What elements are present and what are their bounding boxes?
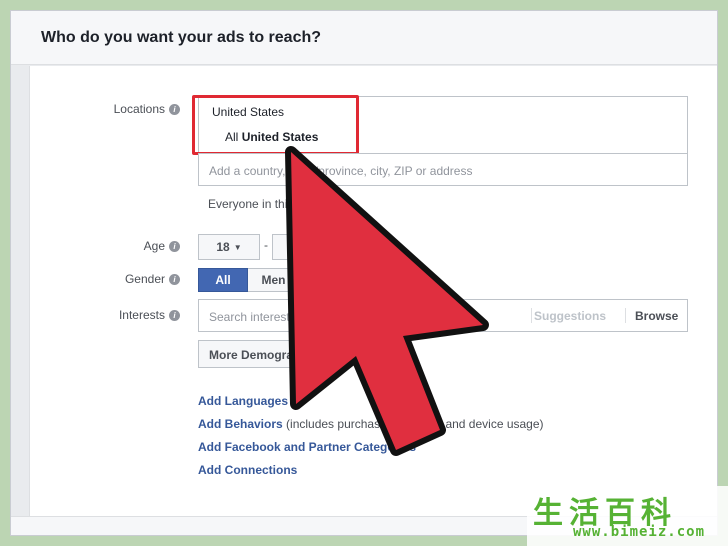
chevron-down-icon: ▼ — [311, 242, 320, 252]
suggestions-link[interactable]: Suggestions — [534, 309, 606, 323]
section-header: Who do you want your ads to reach? — [11, 11, 717, 65]
add-behaviors-link[interactable]: Add Behaviors (includes purchase behavio… — [198, 417, 544, 431]
age-min-select[interactable]: 18 ▼ — [198, 234, 260, 260]
age-separator: - — [264, 238, 268, 252]
divider — [625, 308, 626, 323]
gender-women-button[interactable]: Women — [300, 268, 362, 292]
gender-label: Gender — [124, 272, 165, 286]
gender-all-button[interactable]: All — [198, 268, 248, 292]
gender-label-row: Gender i — [60, 272, 180, 286]
link-note: (includes purchase behaviors and device … — [286, 417, 544, 431]
divider — [531, 308, 532, 323]
info-icon[interactable]: i — [169, 309, 180, 321]
add-languages-link[interactable]: Add Languages — [198, 394, 288, 408]
locations-label-row: Locations i — [60, 102, 180, 116]
chevron-down-icon: ▼ — [233, 242, 242, 252]
page-title: Who do you want your ads to reach? — [41, 29, 322, 46]
age-min-value: 18 — [216, 240, 230, 254]
interests-search[interactable]: Search interests Suggestions Browse — [198, 299, 688, 332]
age-max-select[interactable]: 65+ ▼ — [272, 234, 334, 260]
age-max-value: 65+ — [286, 240, 308, 254]
info-icon[interactable]: i — [169, 273, 180, 285]
interests-input[interactable]: Search interests — [209, 310, 296, 324]
link-label[interactable]: Add Behaviors — [198, 417, 283, 431]
location-search-input[interactable]: Add a country, state/province, city, ZIP… — [198, 153, 688, 186]
ad-audience-panel: Who do you want your ads to reach? Locat… — [10, 10, 718, 536]
link-label[interactable]: Add Connections — [198, 463, 297, 477]
add-connections-link[interactable]: Add Connections — [198, 463, 297, 477]
watermark: 生活百科 www.bimeiz.com — [527, 486, 728, 546]
interests-label: Interests — [118, 308, 165, 322]
highlight-box — [192, 95, 359, 155]
age-label-row: Age i — [60, 239, 180, 253]
audience-form: Locations i United States All United Sta… — [29, 66, 717, 516]
location-type-dropdown[interactable]: Everyone in this location — [208, 197, 338, 211]
watermark-url: www.bimeiz.com — [573, 524, 706, 540]
browse-link[interactable]: Browse — [635, 309, 678, 323]
link-label[interactable]: Add Languages — [198, 394, 288, 408]
more-demographics-button[interactable]: More Demographics — [198, 340, 318, 368]
link-label[interactable]: Add Facebook and Partner Categories — [198, 440, 416, 454]
interests-label-row: Interests i — [60, 308, 180, 322]
add-categories-link[interactable]: Add Facebook and Partner Categories — [198, 440, 416, 454]
locations-label: Locations — [113, 102, 165, 116]
gender-men-button[interactable]: Men — [248, 268, 300, 292]
age-label: Age — [143, 239, 165, 253]
info-icon[interactable]: i — [169, 103, 180, 115]
info-icon[interactable]: i — [169, 240, 180, 252]
